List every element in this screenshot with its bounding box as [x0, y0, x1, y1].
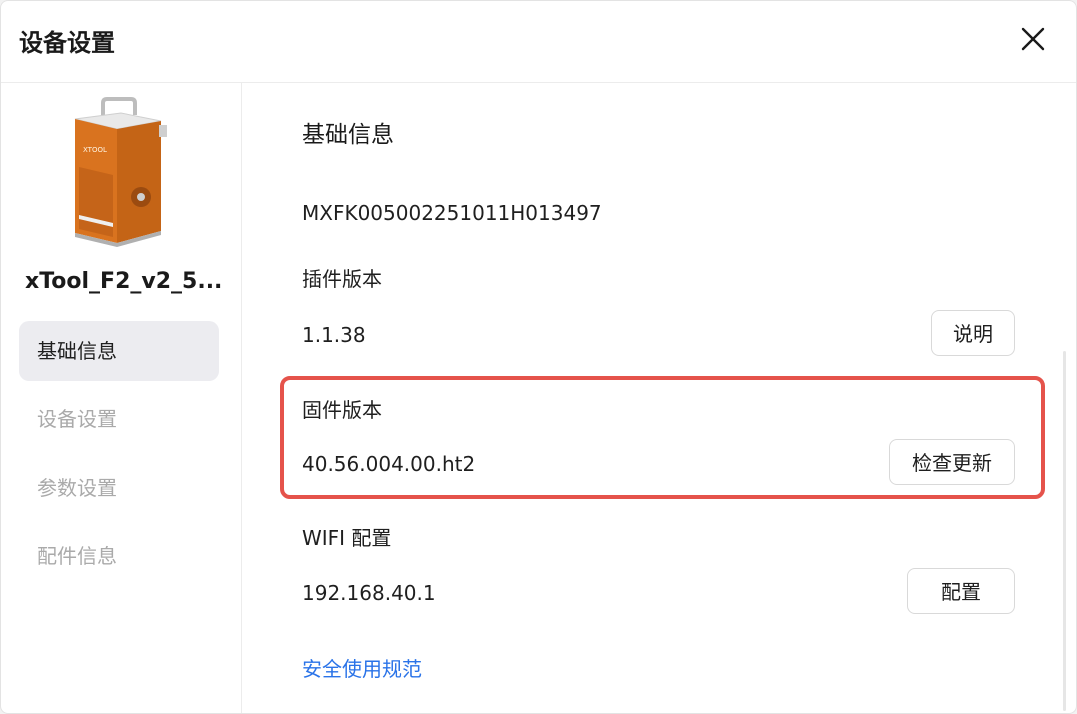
- plugin-version-label: 插件版本: [302, 267, 382, 291]
- plugin-version-value: 1.1.38: [302, 323, 366, 347]
- firmware-version-value: 40.56.004.00.ht2: [302, 452, 476, 476]
- scrollbar[interactable]: [1063, 351, 1066, 711]
- device-image: XTOOL: [61, 97, 176, 247]
- wifi-config-label: WIFI 配置: [302, 526, 392, 550]
- sidebar-item-basic-info[interactable]: 基础信息: [19, 321, 219, 381]
- wifi-config-button[interactable]: 配置: [907, 568, 1015, 614]
- firmware-version-label: 固件版本: [302, 398, 382, 422]
- sidebar-item-device-settings[interactable]: 设备设置: [19, 389, 219, 449]
- sidebar: XTOOL xTool_F2_v2_5... 基础信息 设备设置 参数设置 配件…: [1, 83, 242, 713]
- svg-text:XTOOL: XTOOL: [83, 146, 107, 154]
- wifi-ip-value: 192.168.40.1: [302, 581, 436, 605]
- dialog-title: 设备设置: [19, 29, 115, 57]
- sidebar-item-parameter-settings[interactable]: 参数设置: [19, 458, 219, 518]
- main-content: 基础信息 MXFK005002251011H013497 插件版本 1.1.38…: [242, 83, 1076, 713]
- close-icon[interactable]: [1020, 26, 1046, 52]
- device-name: xTool_F2_v2_5...: [25, 269, 223, 294]
- dialog-header: 设备设置: [1, 1, 1076, 83]
- section-title: 基础信息: [302, 122, 394, 148]
- plugin-info-button[interactable]: 说明: [931, 310, 1015, 356]
- device-settings-dialog: 设备设置 XTOOL xTool_F2_v2_5... 基础信息 设备设置 参数…: [0, 0, 1077, 714]
- sidebar-item-accessory-info[interactable]: 配件信息: [19, 526, 219, 586]
- serial-number: MXFK005002251011H013497: [302, 201, 602, 225]
- safety-guidelines-link[interactable]: 安全使用规范: [302, 653, 422, 682]
- check-update-button[interactable]: 检查更新: [889, 439, 1015, 485]
